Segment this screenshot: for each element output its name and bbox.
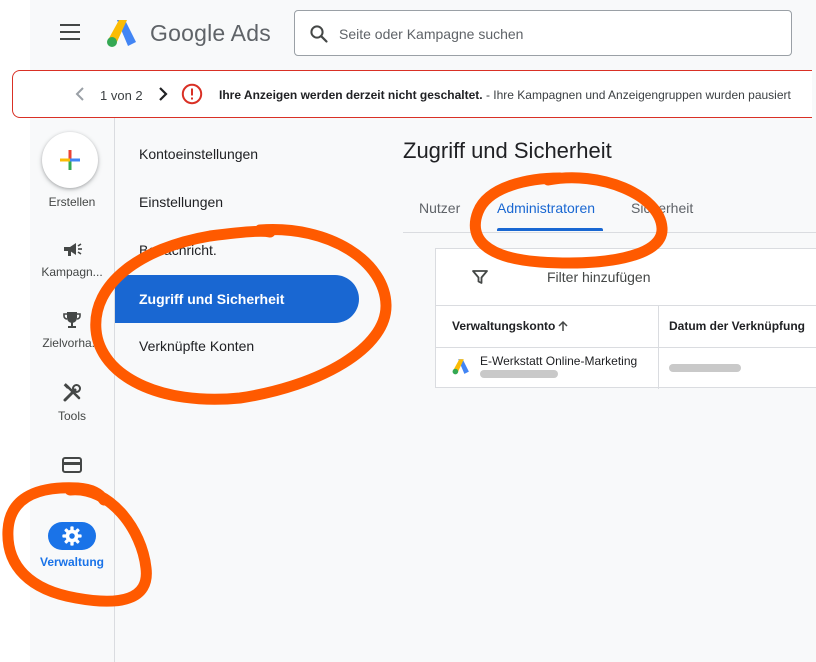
- page-title: Zugriff und Sicherheit: [403, 138, 612, 163]
- column-header-link-date[interactable]: Datum der Verknüpfung: [669, 319, 805, 333]
- top-bar: Google Ads: [30, 0, 816, 68]
- sort-arrow-up-icon[interactable]: [556, 319, 570, 333]
- brand-name: Google Ads: [150, 20, 271, 46]
- subnav-linked-accounts[interactable]: Verknüpfte Konten: [115, 322, 359, 370]
- gear-icon: [62, 526, 82, 546]
- create-button[interactable]: [42, 132, 98, 188]
- redacted-account-id: [480, 370, 558, 378]
- credit-card-icon: [62, 457, 82, 473]
- add-filter-button[interactable]: Filter hinzufügen: [547, 269, 651, 285]
- alert-headline: Ihre Anzeigen werden derzeit nicht gesch…: [219, 88, 483, 102]
- search-icon: [310, 25, 328, 43]
- alert-detail: - Ihre Kampagnen und Anzeigengruppen wur…: [482, 88, 791, 102]
- rail-item-campaigns[interactable]: Kampagn...: [30, 238, 114, 279]
- table-header: Verwaltungskonto Datum der Verknüpfung: [436, 305, 816, 348]
- subnav-access-security[interactable]: Zugriff und Sicherheit: [115, 275, 359, 323]
- google-ads-logo: [107, 20, 136, 47]
- search-input[interactable]: [337, 20, 761, 48]
- admin-table-card: Filter hinzufügen Verwaltungskonto Datum…: [435, 248, 816, 389]
- filter-icon[interactable]: [470, 267, 490, 287]
- alert-pager: 1 von 2: [100, 88, 143, 103]
- table-row[interactable]: E-Werkstatt Online-Marketing: [436, 347, 816, 387]
- navigation-rail: Erstellen Kampagn... Zielvorha... Tools: [30, 118, 115, 662]
- rail-item-billing[interactable]: [30, 454, 114, 476]
- subnav-settings[interactable]: Einstellungen: [115, 178, 359, 226]
- rail-create-label[interactable]: Erstellen: [30, 190, 114, 209]
- plus-icon: [60, 150, 80, 170]
- column-header-account[interactable]: Verwaltungskonto: [452, 319, 555, 333]
- chevron-left-icon[interactable]: [73, 85, 87, 103]
- rail-item-admin[interactable]: Verwaltung: [30, 522, 114, 569]
- admin-pill: [48, 522, 96, 550]
- search-box[interactable]: [294, 10, 792, 56]
- rail-item-tools[interactable]: Tools: [30, 382, 114, 423]
- google-ads-logo-small: [452, 359, 469, 375]
- tab-security[interactable]: Sicherheit: [631, 200, 693, 216]
- subnav-account-settings[interactable]: Kontoeinstellungen: [115, 130, 359, 178]
- tab-users[interactable]: Nutzer: [419, 200, 460, 216]
- chevron-right-icon[interactable]: [156, 85, 170, 103]
- menu-icon[interactable]: [60, 24, 80, 40]
- subnav-notifications[interactable]: Benachricht.: [115, 226, 359, 274]
- active-tab-indicator: [497, 228, 603, 231]
- tab-bar: Nutzer Administratoren Sicherheit: [403, 186, 816, 233]
- tools-icon: [63, 383, 81, 402]
- settings-subnav: Kontoeinstellungen Einstellungen Benachr…: [115, 118, 373, 662]
- error-icon: [181, 83, 203, 105]
- megaphone-icon: [64, 243, 82, 256]
- filter-bar: Filter hinzufügen: [436, 249, 816, 306]
- redacted-link-date: [669, 364, 741, 372]
- account-name[interactable]: E-Werkstatt Online-Marketing: [480, 354, 637, 368]
- tab-administrators[interactable]: Administratoren: [497, 200, 595, 216]
- alert-banner: 1 von 2 Ihre Anzeigen werden derzeit nic…: [12, 70, 812, 118]
- alert-message[interactable]: Ihre Anzeigen werden derzeit nicht gesch…: [219, 88, 791, 102]
- trophy-icon: [63, 312, 81, 328]
- rail-item-goals[interactable]: Zielvorha...: [30, 309, 114, 350]
